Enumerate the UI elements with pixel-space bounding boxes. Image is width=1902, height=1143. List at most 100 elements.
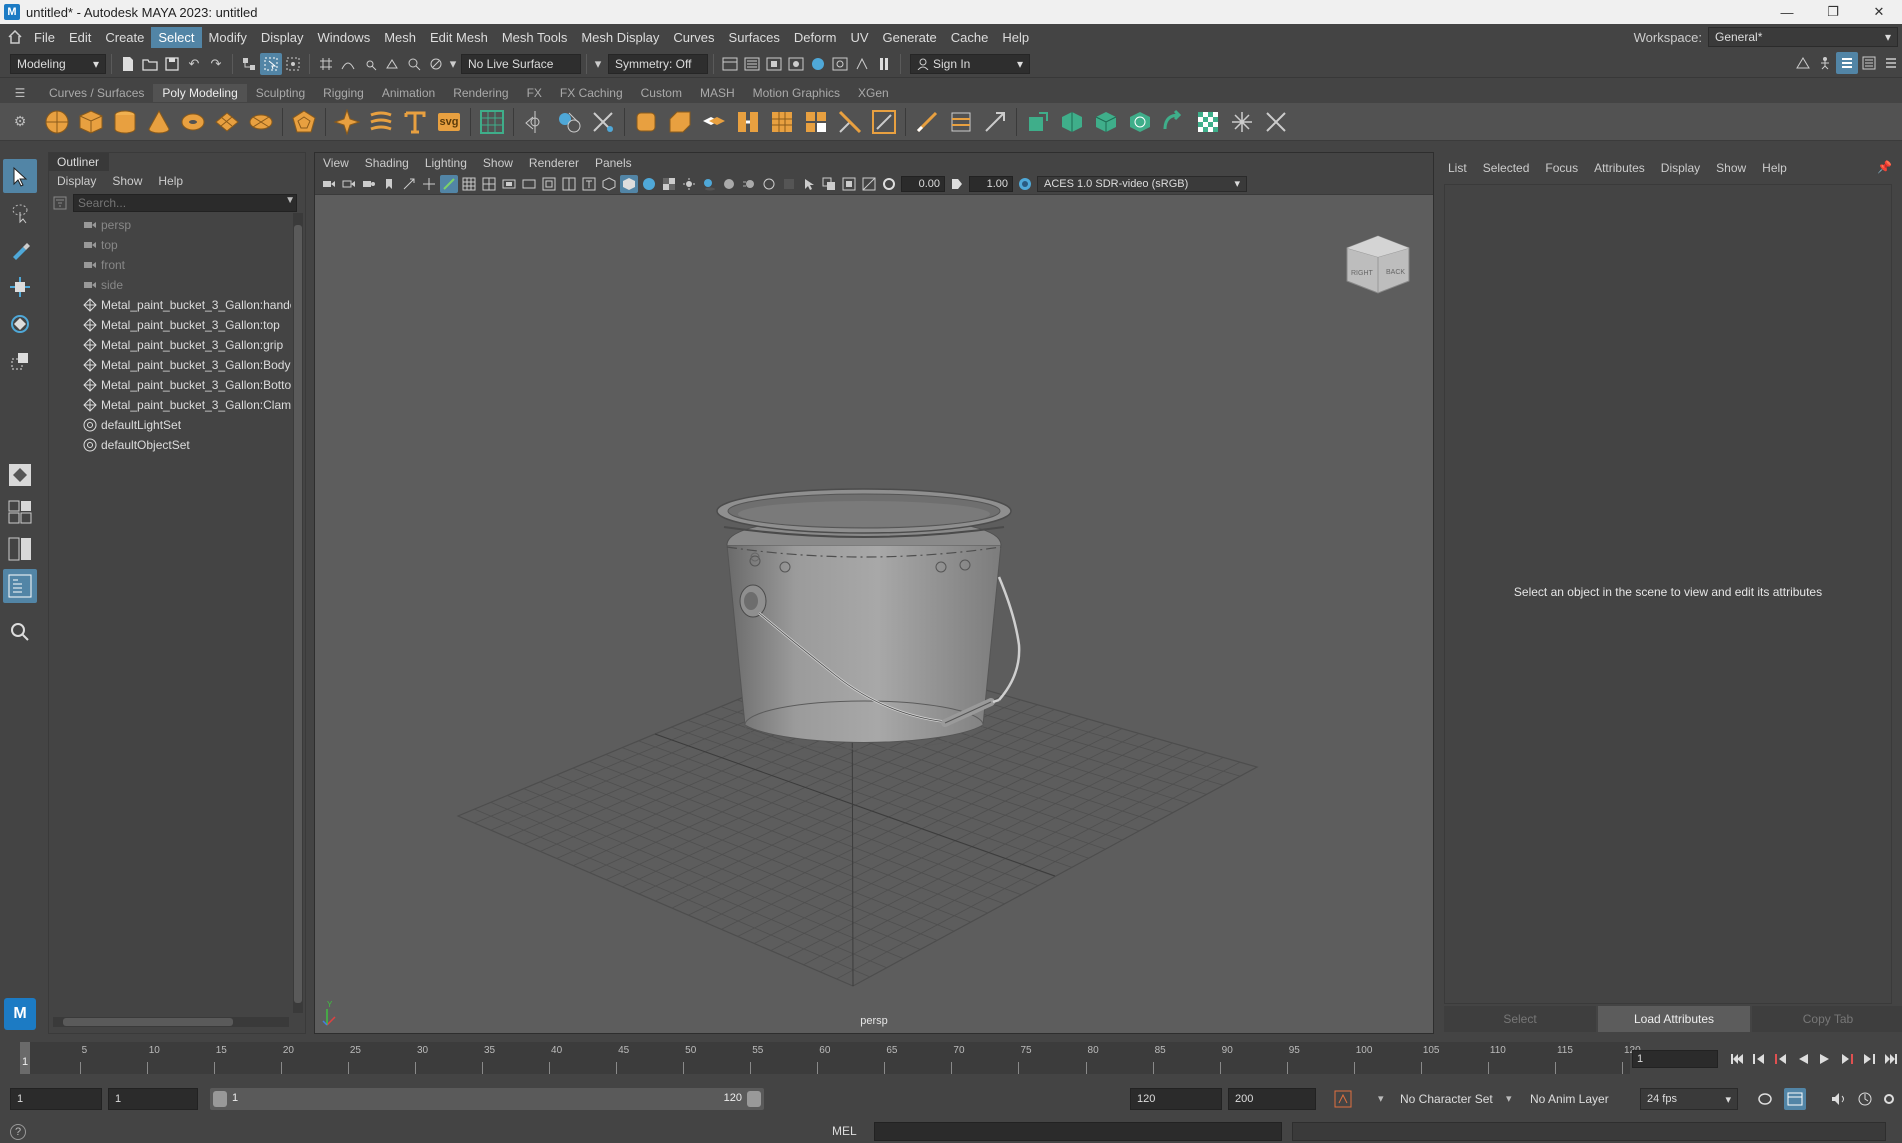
shelf-tab-fx-caching[interactable]: FX Caching — [551, 84, 632, 102]
render-frame-icon[interactable] — [741, 53, 763, 75]
menu-mesh-display[interactable]: Mesh Display — [574, 27, 666, 48]
checker-icon[interactable] — [1193, 107, 1223, 137]
script-language-label[interactable]: MEL — [832, 1124, 857, 1138]
fps-dropdown[interactable]: 24 fps ▾ — [1640, 1088, 1738, 1110]
color-management-icon[interactable] — [1016, 175, 1034, 193]
ae-menu-list[interactable]: List — [1440, 161, 1475, 175]
menu-surfaces[interactable]: Surfaces — [722, 27, 787, 48]
viewport-menu-panels[interactable]: Panels — [587, 156, 640, 170]
undo-icon[interactable]: ↶ — [183, 53, 205, 75]
outliner-item-body[interactable]: Metal_paint_bucket_3_Gallon:Body — [49, 355, 291, 375]
shadows-icon[interactable] — [700, 175, 718, 193]
help-icon[interactable]: ? — [10, 1124, 26, 1140]
snap-projected-center-icon[interactable] — [425, 53, 447, 75]
outliner-item-persp[interactable]: persp — [49, 215, 291, 235]
loop-icon[interactable] — [1756, 1090, 1774, 1111]
exposure-field[interactable]: 0.00 — [901, 175, 945, 192]
character-controls-icon[interactable] — [1814, 52, 1836, 74]
range-end-handle[interactable] — [747, 1091, 761, 1107]
command-input[interactable] — [874, 1122, 1282, 1141]
outliner-menu-display[interactable]: Display — [49, 174, 104, 188]
viewport-menu-lighting[interactable]: Lighting — [417, 156, 475, 170]
step-back-key-icon[interactable] — [1748, 1048, 1770, 1070]
chevron-down-icon[interactable]: ▾ — [1506, 1092, 1512, 1105]
poke-icon[interactable] — [1057, 107, 1087, 137]
anim-layer-label[interactable]: No Anim Layer — [1530, 1092, 1609, 1106]
outliner-vertical-scrollbar[interactable] — [293, 213, 303, 1013]
extrude-icon[interactable] — [699, 107, 729, 137]
insert-edge-loop-icon[interactable] — [912, 107, 942, 137]
multi-cut-icon[interactable] — [835, 107, 865, 137]
menu-generate[interactable]: Generate — [876, 27, 944, 48]
sound-icon[interactable] — [1830, 1090, 1848, 1111]
load-attributes-button[interactable]: Load Attributes — [1598, 1006, 1750, 1032]
select-object-icon[interactable] — [260, 52, 282, 75]
poly-plane-icon[interactable] — [212, 107, 242, 137]
use-all-lights-icon[interactable] — [680, 175, 698, 193]
scrollbar-thumb[interactable] — [63, 1018, 233, 1026]
ae-select-button[interactable]: Select — [1444, 1006, 1596, 1032]
open-scene-icon[interactable] — [139, 53, 161, 75]
snap-view-plane-icon[interactable] — [381, 53, 403, 75]
menu-display[interactable]: Display — [254, 27, 311, 48]
super-shape-icon[interactable] — [332, 107, 362, 137]
bookmarks-icon[interactable] — [360, 175, 378, 193]
render-settings-icon[interactable] — [785, 53, 807, 75]
sign-in-dropdown[interactable]: Sign In ▾ — [910, 53, 1030, 74]
sweep-mesh-icon[interactable] — [366, 107, 396, 137]
spin-edge-icon[interactable] — [1227, 107, 1257, 137]
poly-cube-icon[interactable] — [76, 107, 106, 137]
menu-mesh[interactable]: Mesh — [377, 27, 423, 48]
gate-mask-icon[interactable] — [520, 175, 538, 193]
collapse-icon[interactable] — [1159, 107, 1189, 137]
viewport-menu-show[interactable]: Show — [475, 156, 521, 170]
bevel-icon[interactable] — [665, 107, 695, 137]
separate-icon[interactable] — [588, 107, 618, 137]
select-hierarchy-icon[interactable] — [238, 53, 260, 75]
shelf-tab-mash[interactable]: MASH — [691, 84, 744, 102]
minimize-button[interactable]: — — [1764, 0, 1810, 24]
viewport-menu-view[interactable]: View — [315, 156, 357, 170]
outliner-item-side[interactable]: side — [49, 275, 291, 295]
poly-cylinder-icon[interactable] — [110, 107, 140, 137]
go-to-end-icon[interactable] — [1880, 1048, 1902, 1070]
platonic-solid-icon[interactable] — [289, 107, 319, 137]
default-material-icon[interactable] — [640, 175, 658, 193]
outliner-item-top-mesh[interactable]: Metal_paint_bucket_3_Gallon:top — [49, 315, 291, 335]
subdivide-icon[interactable] — [767, 107, 797, 137]
playback-settings-icon[interactable] — [1880, 1090, 1898, 1111]
play-forward-icon[interactable] — [1814, 1048, 1836, 1070]
smooth-shade-all-icon[interactable] — [620, 174, 638, 193]
single-perspective-layout-icon[interactable] — [3, 458, 37, 492]
menu-curves[interactable]: Curves — [666, 27, 721, 48]
gamma-field[interactable]: 1.00 — [969, 175, 1013, 192]
two-view-layout-icon[interactable] — [3, 532, 37, 566]
select-camera-icon[interactable] — [320, 175, 338, 193]
grease-pencil-icon[interactable] — [420, 175, 438, 193]
outliner-item-grip[interactable]: Metal_paint_bucket_3_Gallon:grip — [49, 335, 291, 355]
animation-preferences-icon[interactable] — [1856, 1090, 1874, 1111]
attribute-editor-toggle-icon[interactable] — [1836, 52, 1858, 74]
menu-uv[interactable]: UV — [843, 27, 875, 48]
range-start-handle[interactable] — [213, 1091, 227, 1107]
menu-modify[interactable]: Modify — [202, 27, 254, 48]
poly-torus-icon[interactable] — [178, 107, 208, 137]
scale-tool-icon[interactable] — [3, 344, 37, 378]
depth-of-field-icon[interactable] — [780, 175, 798, 193]
step-back-frame-icon[interactable] — [1770, 1048, 1792, 1070]
menu-create[interactable]: Create — [98, 27, 151, 48]
ae-menu-help[interactable]: Help — [1754, 161, 1795, 175]
copy-tab-button[interactable]: Copy Tab — [1752, 1006, 1902, 1032]
screen-space-ao-icon[interactable] — [720, 175, 738, 193]
restore-button[interactable]: ❐ — [1810, 0, 1856, 24]
light-editor-icon[interactable] — [851, 53, 873, 75]
viewport-menu-renderer[interactable]: Renderer — [521, 156, 587, 170]
menu-select[interactable]: Select — [151, 26, 202, 48]
poly-cone-icon[interactable] — [144, 107, 174, 137]
viewport-scene[interactable]: RIGHT BACK Y persp — [315, 195, 1433, 1033]
modeling-toolkit-icon[interactable] — [1792, 52, 1814, 74]
shelf-tab-motion-graphics[interactable]: Motion Graphics — [744, 84, 849, 102]
smooth-shade-icon[interactable] — [480, 175, 498, 193]
shelf-tab-fx[interactable]: FX — [518, 84, 551, 102]
go-to-start-icon[interactable] — [1726, 1048, 1748, 1070]
